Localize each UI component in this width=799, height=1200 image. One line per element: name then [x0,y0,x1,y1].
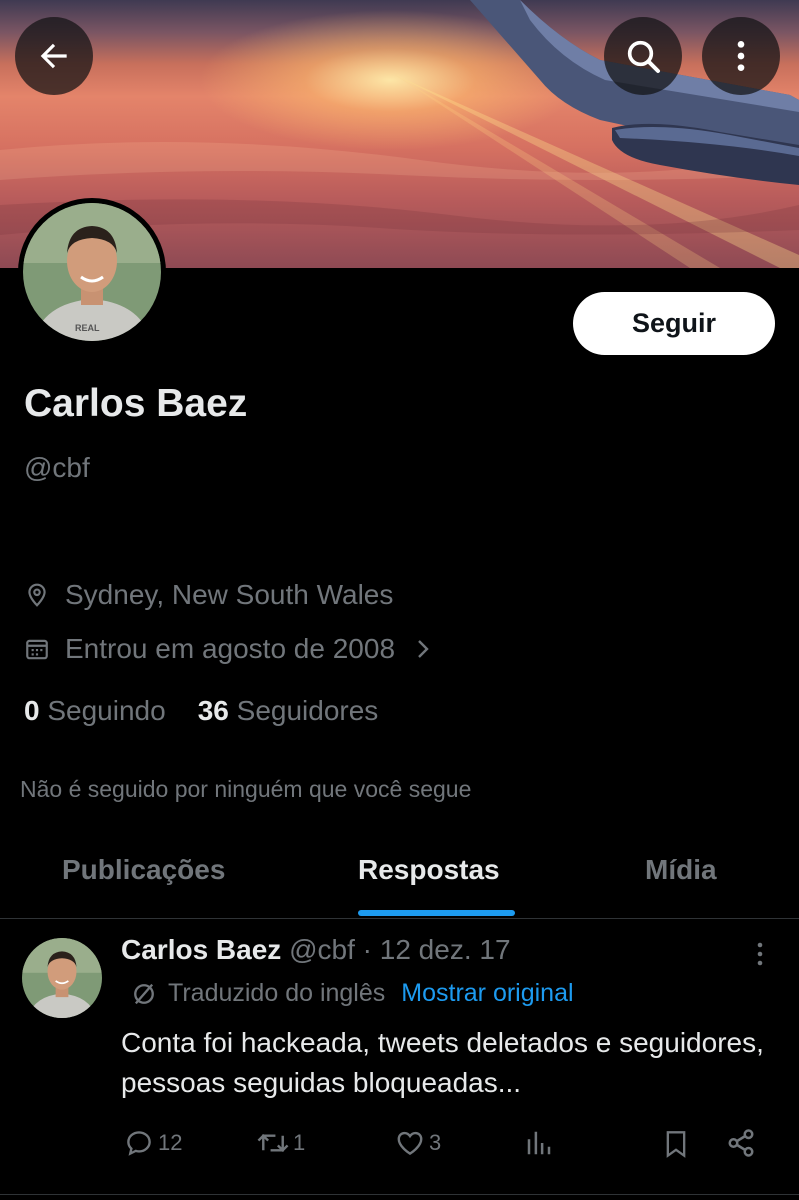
tweet-avatar[interactable] [22,938,102,1018]
more-vertical-icon [757,942,763,966]
location-text: Sydney, New South Wales [65,579,394,610]
translation-row: Traduzido do inglês Mostrar original [130,979,574,1008]
joined-row[interactable]: Entrou em agosto de 2008 [24,633,433,665]
bookmark-icon [666,1131,686,1158]
reply-count: 12 [158,1130,183,1155]
retweet-count: 1 [293,1130,306,1155]
share-icon [728,1129,754,1157]
more-vertical-icon [737,41,745,71]
profile-avatar[interactable]: REAL [18,198,166,346]
joined-text: Entrou em agosto de 2008 [65,633,396,664]
tweet-divider [0,1194,799,1195]
show-original-link[interactable]: Mostrar original [401,979,573,1008]
heart-icon [397,1131,423,1156]
following-count: 0 [24,695,40,726]
like-count: 3 [429,1130,442,1155]
profile-handle: @cbf [24,452,90,483]
search-button[interactable] [604,17,682,95]
tweet-text: Conta foi hackeada, tweets deletados e s… [121,1027,764,1098]
back-button[interactable] [15,17,93,95]
translate-icon [130,980,158,1008]
location-row: Sydney, New South Wales [24,579,393,611]
profile-name: Carlos Baez [24,382,248,425]
followers-count: 36 [197,695,229,726]
svg-text:REAL: REAL [75,323,100,333]
calendar-icon [24,635,52,663]
tab-respostas[interactable]: Respostas [358,854,500,886]
bookmark-button[interactable] [662,1128,690,1160]
location-pin-icon [24,581,52,609]
retweet-icon [257,1133,289,1153]
tab-publicacoes[interactable]: Publicações [62,854,225,886]
tweet-date[interactable]: 12 dez. 17 [380,934,511,965]
avatar-photo: REAL [23,203,161,341]
share-button[interactable] [726,1128,756,1158]
chevron-right-icon [413,637,433,661]
tweet-more-button[interactable] [748,940,772,973]
translated-label: Traduzido do inglês [168,979,386,1007]
tweet-header: Carlos Baez @cbf · 12 dez. 17 [121,934,511,966]
tweet-author-name[interactable]: Carlos Baez [121,934,281,965]
tweet-actions: 12 1 3 [0,1128,799,1168]
not-followed-notice: Não é seguido por ninguém que você segue [20,776,472,802]
following-link[interactable]: 0 Seguindo [24,695,166,727]
follow-button[interactable]: Seguir [573,292,775,355]
tweet-author-handle[interactable]: @cbf [289,934,355,965]
profile-tabs: Publicações Respostas Mídia [0,840,799,919]
retweet-button[interactable]: 1 [256,1128,305,1158]
search-icon [627,40,660,73]
following-label: Seguindo [47,695,166,726]
reply-button[interactable]: 12 [124,1128,182,1158]
profile-stats: 0 Seguindo 36 Seguidores [24,695,378,727]
active-tab-indicator [358,910,515,916]
arrow-left-icon [40,43,67,69]
more-options-button[interactable] [702,17,780,95]
followers-label: Seguidores [236,695,379,726]
tab-midia[interactable]: Mídia [645,854,717,886]
bar-chart-icon [527,1131,551,1155]
reply-icon [127,1131,151,1156]
avatar-photo-small [22,938,102,1018]
views-button[interactable] [524,1128,554,1158]
followers-link[interactable]: 36 Seguidores [198,695,379,727]
tweet-separator: · [362,934,372,965]
like-button[interactable]: 3 [394,1128,441,1158]
